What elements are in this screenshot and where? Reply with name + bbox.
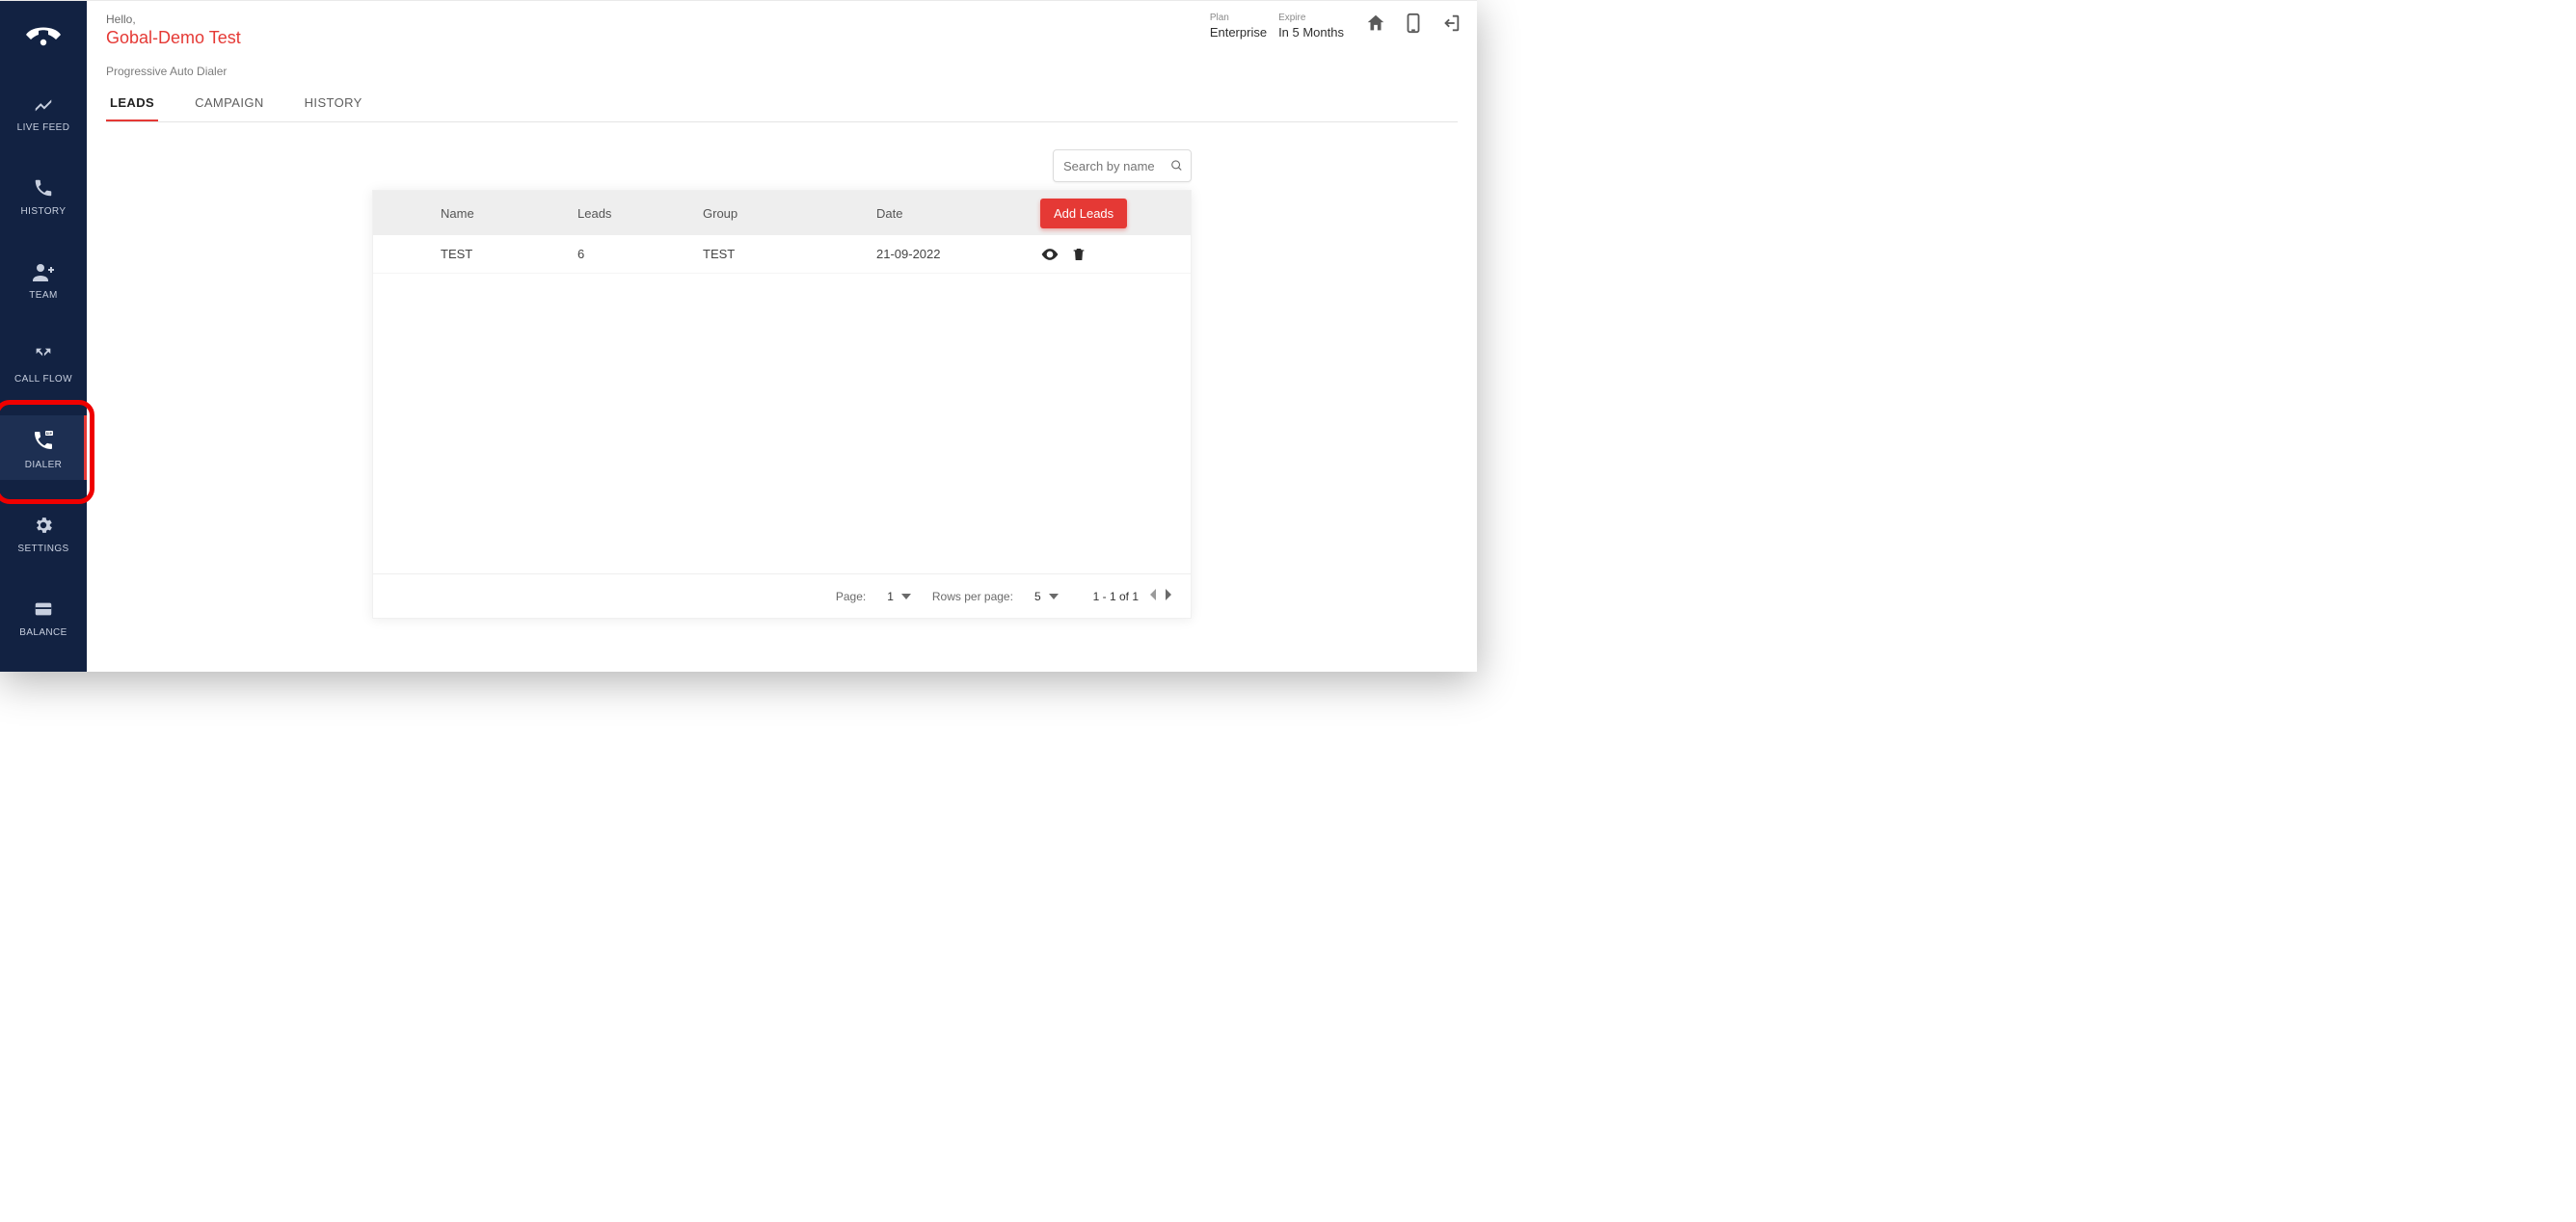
search-input[interactable]	[1063, 159, 1165, 173]
tab-history[interactable]: HISTORY	[301, 88, 366, 121]
table-row: TEST 6 TEST 21-09-2022	[373, 235, 1191, 274]
page-select[interactable]: 1	[887, 590, 911, 603]
sidebar-item-dialer[interactable]: SIP DIALER	[0, 415, 87, 480]
table-header: Name Leads Group Date Add Leads	[373, 191, 1191, 235]
smartphone-icon	[1406, 13, 1421, 34]
sidebar-item-label: LIVE FEED	[17, 122, 70, 133]
col-name: Name	[373, 206, 566, 221]
app-logo	[0, 11, 87, 59]
sip-phone-icon: SIP	[32, 429, 55, 452]
sidebar-item-live-feed[interactable]: LIVE FEED	[0, 80, 87, 143]
sub-header: Progressive Auto Dialer LEADS CAMPAIGN H…	[87, 55, 1477, 122]
col-leads: Leads	[566, 206, 691, 221]
sidebar-item-history[interactable]: HISTORY	[0, 164, 87, 226]
home-icon	[1365, 13, 1386, 34]
sidebar-item-label: DIALER	[25, 460, 63, 470]
sidebar-item-balance[interactable]: BALANCE	[0, 585, 87, 648]
cell-date: 21-09-2022	[865, 247, 1029, 261]
mobile-button[interactable]	[1406, 13, 1421, 34]
main-area: Hello, Gobal-Demo Test Plan Enterprise E…	[87, 1, 1477, 672]
sidebar: LIVE FEED HISTORY TEAM CALL FLOW SIP DIA…	[0, 1, 87, 672]
page-value: 1	[887, 590, 894, 603]
phone-hangup-icon	[24, 21, 63, 48]
breadcrumb: Progressive Auto Dialer	[106, 65, 1458, 78]
sidebar-item-label: SETTINGS	[17, 544, 68, 554]
search-icon	[1170, 158, 1183, 173]
header: Hello, Gobal-Demo Test Plan Enterprise E…	[87, 1, 1477, 55]
sidebar-item-label: TEAM	[29, 290, 57, 301]
chevron-left-icon	[1148, 589, 1156, 600]
col-actions: Add Leads	[1029, 199, 1193, 228]
page-label: Page:	[836, 590, 866, 603]
tab-leads[interactable]: LEADS	[106, 88, 158, 121]
leads-table: Name Leads Group Date Add Leads TEST 6 T…	[372, 190, 1192, 619]
credit-card-icon	[33, 598, 54, 620]
page-range: 1 - 1 of 1	[1093, 590, 1139, 603]
person-add-icon	[32, 261, 55, 282]
cell-leads: 6	[566, 247, 691, 261]
sidebar-item-label: CALL FLOW	[14, 374, 72, 385]
cell-group: TEST	[691, 247, 865, 261]
col-date: Date	[865, 206, 1029, 221]
table-footer: Page: 1 Rows per page: 5 1 - 1 of 1	[373, 573, 1191, 618]
gear-icon	[33, 515, 54, 536]
trash-icon	[1071, 246, 1087, 263]
logout-button[interactable]	[1440, 13, 1462, 34]
call-split-icon	[33, 345, 54, 366]
plan-value: Enterprise	[1210, 25, 1267, 40]
plan-info: Plan Enterprise Expire In 5 Months	[1210, 13, 1344, 40]
chevron-down-icon	[1049, 594, 1059, 599]
col-group: Group	[691, 206, 865, 221]
delete-button[interactable]	[1071, 246, 1087, 263]
cell-name: TEST	[373, 247, 566, 261]
search-row	[372, 149, 1192, 182]
sidebar-item-call-flow[interactable]: CALL FLOW	[0, 332, 87, 394]
pager: 1 - 1 of 1	[1093, 589, 1173, 603]
rows-value: 5	[1034, 590, 1041, 603]
tabs: LEADS CAMPAIGN HISTORY	[106, 88, 1458, 122]
phone-icon	[33, 177, 54, 199]
rows-label: Rows per page:	[932, 590, 1013, 603]
username: Gobal-Demo Test	[106, 28, 241, 48]
tab-campaign[interactable]: CAMPAIGN	[191, 88, 268, 121]
header-actions	[1365, 13, 1462, 34]
hello-text: Hello,	[106, 13, 241, 26]
leads-panel: Name Leads Group Date Add Leads TEST 6 T…	[372, 149, 1192, 619]
chevron-right-icon	[1166, 589, 1173, 600]
add-leads-button[interactable]: Add Leads	[1040, 199, 1127, 228]
cell-actions	[1029, 245, 1193, 264]
plan-col: Plan Enterprise	[1210, 13, 1267, 40]
next-page-button[interactable]	[1166, 589, 1173, 603]
app-frame: LIVE FEED HISTORY TEAM CALL FLOW SIP DIA…	[0, 0, 1477, 672]
eye-icon	[1040, 245, 1060, 264]
view-button[interactable]	[1040, 245, 1060, 264]
expire-col: Expire In 5 Months	[1278, 13, 1344, 40]
expire-value: In 5 Months	[1278, 25, 1344, 40]
home-button[interactable]	[1365, 13, 1386, 34]
plan-label: Plan	[1210, 13, 1229, 23]
prev-page-button[interactable]	[1148, 589, 1156, 603]
svg-text:SIP: SIP	[46, 432, 53, 436]
chevron-down-icon	[901, 594, 911, 599]
search-box[interactable]	[1053, 149, 1192, 182]
chart-line-icon	[33, 93, 54, 115]
table-body: TEST 6 TEST 21-09-2022	[373, 235, 1191, 573]
expire-label: Expire	[1278, 13, 1305, 23]
sidebar-item-label: BALANCE	[19, 627, 67, 638]
sidebar-item-label: HISTORY	[21, 206, 67, 217]
content: Name Leads Group Date Add Leads TEST 6 T…	[87, 122, 1477, 672]
logout-icon	[1440, 13, 1462, 34]
greeting: Hello, Gobal-Demo Test	[106, 13, 241, 48]
sidebar-item-settings[interactable]: SETTINGS	[0, 501, 87, 564]
sidebar-item-team[interactable]: TEAM	[0, 248, 87, 310]
rows-select[interactable]: 5	[1034, 590, 1059, 603]
